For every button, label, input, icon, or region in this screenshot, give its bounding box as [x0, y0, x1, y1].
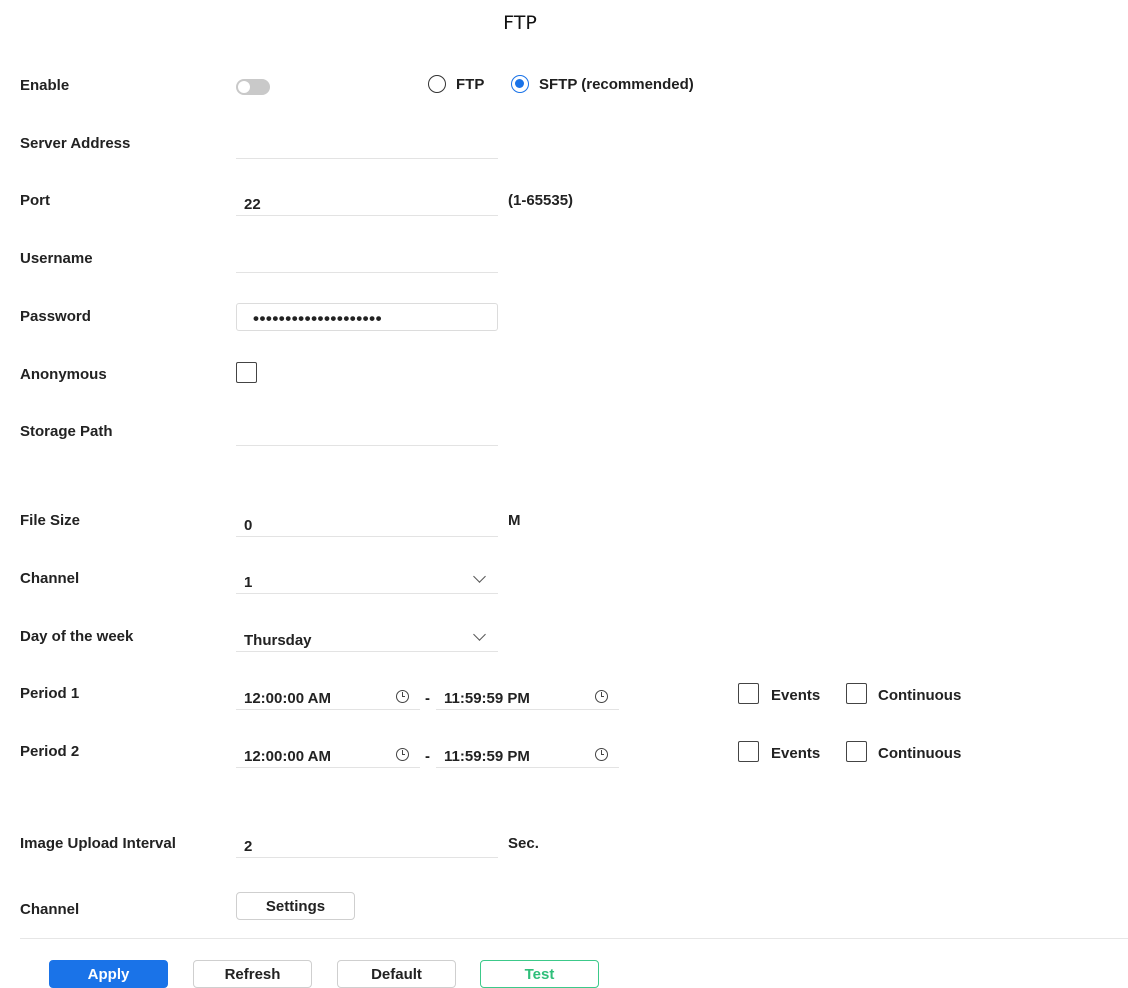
port-input[interactable]: 22: [236, 188, 498, 216]
toggle-knob: [238, 81, 250, 93]
clock-icon[interactable]: [396, 748, 409, 761]
apply-button[interactable]: Apply: [49, 960, 168, 988]
footer-divider: [20, 938, 1128, 939]
refresh-button[interactable]: Refresh: [193, 960, 312, 988]
enable-toggle[interactable]: [236, 79, 270, 95]
test-button[interactable]: Test: [480, 960, 599, 988]
server-address-input[interactable]: [236, 131, 498, 159]
image-upload-interval-input[interactable]: 2: [236, 830, 498, 858]
channel-settings-label: Channel: [20, 901, 80, 918]
day-of-week-select[interactable]: Thursday: [236, 624, 498, 652]
channel-settings-button[interactable]: Settings: [236, 892, 355, 920]
period-2-start-input[interactable]: 12:00:00 AM: [236, 740, 420, 768]
period-1-continuous-checkbox[interactable]: [846, 683, 867, 704]
ftp-radio[interactable]: [428, 75, 446, 93]
file-size-input[interactable]: 0: [236, 509, 498, 537]
default-button[interactable]: Default: [337, 960, 456, 988]
server-address-label: Server Address: [20, 135, 131, 152]
file-size-unit: M: [508, 512, 521, 529]
image-upload-interval-unit: Sec.: [508, 835, 539, 852]
period-2-continuous-checkbox[interactable]: [846, 741, 867, 762]
period-1-end-input[interactable]: 11:59:59 PM: [436, 682, 619, 710]
enable-label: Enable: [20, 77, 70, 94]
period-1-start-input[interactable]: 12:00:00 AM: [236, 682, 420, 710]
period-1-continuous-label: Continuous: [878, 687, 962, 704]
channel-select[interactable]: 1: [236, 566, 498, 594]
password-input[interactable]: ••••••••••••••••••••: [236, 303, 498, 331]
period-1-events-label: Events: [771, 687, 821, 704]
day-of-week-value: Thursday: [244, 632, 312, 649]
anonymous-checkbox[interactable]: [236, 362, 257, 383]
day-of-week-label: Day of the week: [20, 628, 134, 645]
port-range: (1-65535): [508, 192, 574, 209]
port-label: Port: [20, 192, 50, 209]
sftp-radio-label: SFTP (recommended): [539, 75, 694, 93]
password-label: Password: [20, 308, 91, 325]
period-2-end-value: 11:59:59 PM: [444, 748, 530, 765]
chevron-down-icon: [473, 570, 486, 583]
period-1-events-checkbox[interactable]: [738, 683, 759, 704]
anonymous-label: Anonymous: [20, 366, 107, 383]
clock-icon[interactable]: [396, 690, 409, 703]
storage-path-input[interactable]: [236, 418, 498, 446]
file-size-label: File Size: [20, 512, 81, 529]
period-1-start-value: 12:00:00 AM: [244, 690, 331, 707]
period-2-events-label: Events: [771, 745, 821, 762]
period-2-separator: -: [425, 748, 430, 765]
period-1-end-value: 11:59:59 PM: [444, 690, 530, 707]
period-2-continuous-label: Continuous: [878, 745, 962, 762]
image-upload-interval-label: Image Upload Interval: [20, 835, 176, 852]
ftp-radio-option[interactable]: FTP: [428, 75, 484, 93]
username-input[interactable]: [236, 245, 498, 273]
sftp-radio[interactable]: [511, 75, 529, 93]
storage-path-label: Storage Path: [20, 423, 113, 440]
period-1-label: Period 1: [20, 685, 80, 702]
period-2-end-input[interactable]: 11:59:59 PM: [436, 740, 619, 768]
clock-icon[interactable]: [595, 748, 608, 761]
sftp-radio-option[interactable]: SFTP (recommended): [511, 75, 694, 93]
channel-label: Channel: [20, 570, 80, 587]
page-title: FTP: [503, 12, 537, 34]
chevron-down-icon: [473, 628, 486, 641]
ftp-radio-label: FTP: [456, 75, 485, 93]
username-label: Username: [20, 250, 93, 267]
clock-icon[interactable]: [595, 690, 608, 703]
channel-select-value: 1: [244, 574, 253, 591]
period-2-events-checkbox[interactable]: [738, 741, 759, 762]
period-2-label: Period 2: [20, 743, 80, 760]
period-1-separator: -: [425, 690, 430, 707]
period-2-start-value: 12:00:00 AM: [244, 748, 331, 765]
